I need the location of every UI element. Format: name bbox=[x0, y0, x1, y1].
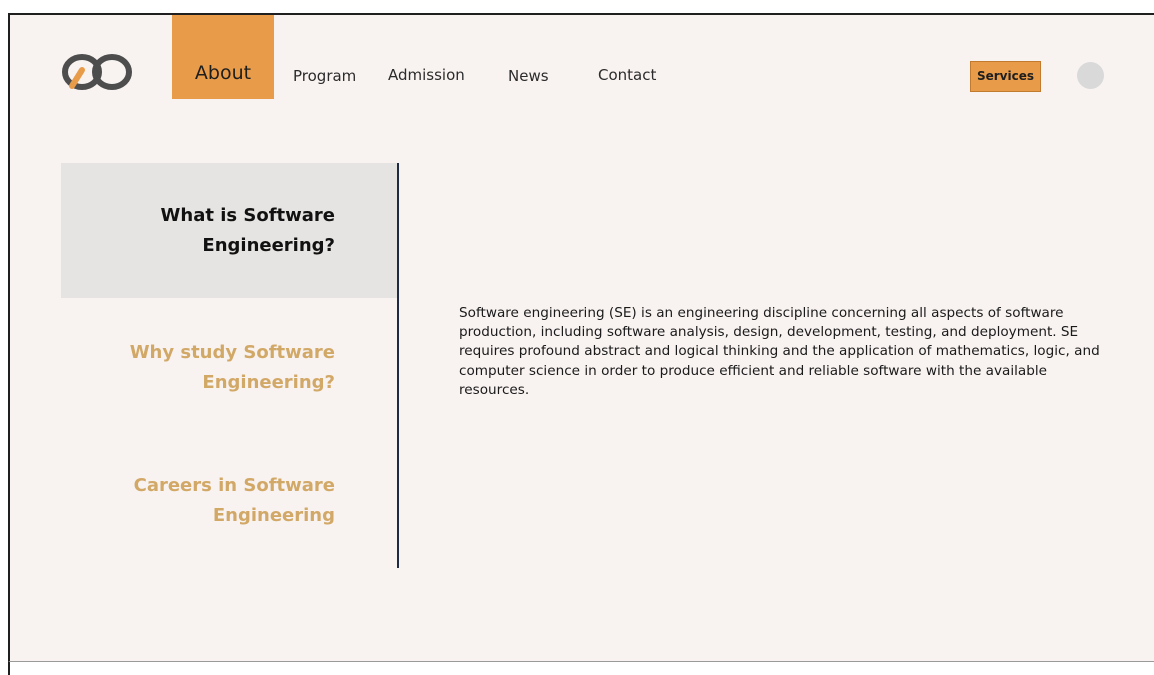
sidebar-item-why-study-se[interactable]: Why study Software Engineering? bbox=[75, 338, 335, 398]
avatar[interactable] bbox=[1077, 62, 1104, 89]
nav-item-news[interactable]: News bbox=[508, 67, 549, 85]
content-paragraph: Software engineering (SE) is an engineer… bbox=[459, 305, 1100, 398]
sidebar-item-line2: Engineering? bbox=[202, 372, 335, 393]
sidebar-item-what-is-se[interactable]: What is Software Engineering? bbox=[75, 201, 335, 261]
sidebar-item-line1: Careers in Software bbox=[133, 475, 335, 496]
sidebar-divider bbox=[397, 163, 399, 568]
frame-edge-line bbox=[8, 662, 10, 675]
nav-item-about[interactable]: About bbox=[172, 62, 274, 84]
sidebar-item-careers-in-se[interactable]: Careers in Software Engineering bbox=[75, 471, 335, 531]
nav-active-tab-bg bbox=[172, 15, 274, 99]
sidebar-item-line1: Why study Software bbox=[129, 342, 335, 363]
logo-icon[interactable] bbox=[58, 46, 134, 96]
services-button[interactable]: Services bbox=[970, 61, 1041, 92]
nav-item-program[interactable]: Program bbox=[293, 67, 356, 85]
nav-item-contact[interactable]: Contact bbox=[598, 66, 656, 84]
nav-item-admission[interactable]: Admission bbox=[388, 66, 465, 84]
sidebar-item-line2: Engineering bbox=[212, 505, 335, 526]
sidebar-item-line1: What is Software bbox=[160, 205, 335, 226]
sidebar-item-line2: Engineering? bbox=[202, 235, 335, 256]
